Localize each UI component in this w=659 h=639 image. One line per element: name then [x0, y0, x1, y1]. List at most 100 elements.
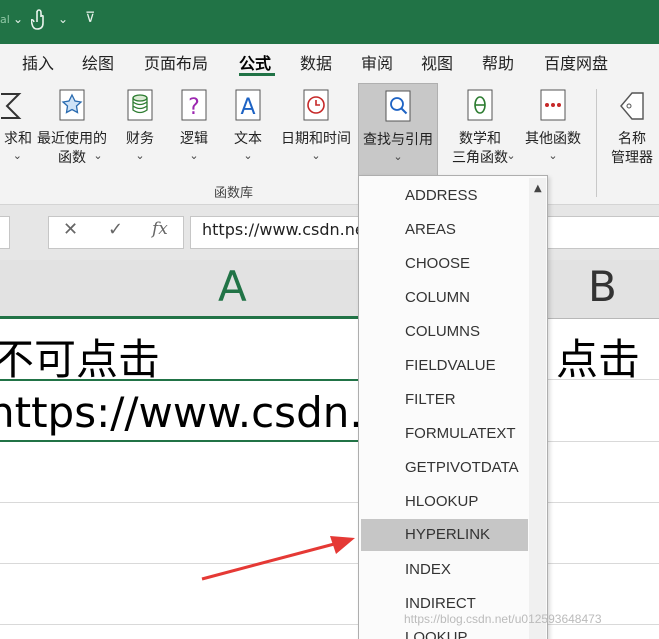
tab-review[interactable]: 审阅 [361, 50, 393, 74]
title-bar: al ⌄ ⌄ ⊽ [0, 0, 659, 44]
text-button[interactable]: A 文本 ⌄ [226, 83, 270, 175]
function-item-label: AREAS [405, 221, 456, 238]
more-functions-label: 其他函数 [525, 131, 581, 147]
more-functions-button[interactable]: 其他函数 ⌄ [518, 83, 588, 175]
function-item-label: INDEX [405, 561, 451, 578]
date-time-label: 日期和时间 [281, 131, 351, 147]
scroll-up-icon[interactable]: ▲ [534, 183, 542, 194]
date-time-button[interactable]: 日期和时间 ⌄ [276, 83, 356, 175]
function-item-label: COLUMN [405, 289, 471, 306]
svg-text:A: A [240, 95, 255, 120]
function-item-address[interactable]: ADDRESS [361, 180, 528, 212]
name-manager-label: 名称 管理器 [611, 131, 653, 166]
touch-mode-icon[interactable] [31, 8, 47, 32]
tab-page-layout[interactable]: 页面布局 [144, 50, 208, 74]
function-item-label: CHOOSE [405, 255, 471, 272]
function-library-ribbon: 求和 ⌄ 最近使用的 函数 ⌄ 财务 ⌄ ? 逻辑 ⌄ A 文本 ⌄ 日期和时间… [0, 81, 659, 205]
dropdown-scrollbar[interactable] [529, 178, 546, 639]
math-trig-button[interactable]: 数学和 三角函数 ⌄ [440, 83, 520, 175]
function-item-hyperlink[interactable]: HYPERLINK [361, 519, 528, 551]
logical-button[interactable]: ? 逻辑 ⌄ [172, 83, 216, 175]
active-tab-indicator [239, 73, 275, 76]
function-item-fieldvalue[interactable]: FIELDVALUE [361, 350, 528, 382]
theta-icon [467, 89, 493, 121]
function-item-index[interactable]: INDEX [361, 554, 528, 586]
logical-label: 逻辑 [180, 131, 208, 147]
watermark: https://blog.csdn.net/u012593648473 [404, 612, 602, 626]
function-item-label: COLUMNS [405, 323, 481, 340]
function-item-column[interactable]: COLUMN [361, 282, 528, 314]
selected-column-indicator [0, 316, 359, 319]
chevron-down-icon: ⌄ [393, 150, 403, 163]
column-header-a[interactable]: A [218, 262, 247, 311]
coins-icon [127, 89, 153, 121]
tab-draw[interactable]: 绘图 [82, 50, 114, 74]
name-box[interactable] [0, 216, 10, 249]
cell-a2[interactable]: https://www.csdn. [0, 388, 363, 437]
enter-icon[interactable]: ✓ [108, 219, 123, 240]
chevron-down-icon[interactable]: ⌄ [58, 12, 68, 26]
chevron-down-icon: ⌄ [506, 149, 516, 162]
ribbon-divider [596, 89, 597, 197]
function-item-label: GETPIVOTDATA [405, 459, 519, 476]
function-item-getpivotdata[interactable]: GETPIVOTDATA [361, 452, 528, 484]
function-item-columns[interactable]: COLUMNS [361, 316, 528, 348]
customize-qat-icon[interactable]: ⊽ [85, 10, 95, 26]
chevron-down-icon: ⌄ [243, 149, 253, 162]
text-a-icon: A [235, 89, 261, 121]
function-item-label: FIELDVALUE [405, 357, 496, 374]
function-item-label: HLOOKUP [405, 493, 479, 510]
function-item-label: HYPERLINK [405, 526, 491, 543]
row-line [0, 502, 659, 503]
function-item-areas[interactable]: AREAS [361, 214, 528, 246]
excel-window: al ⌄ ⌄ ⊽ 插入 绘图 页面布局 公式 数据 审阅 视图 帮助 百度网盘 … [0, 0, 659, 639]
lookup-reference-button[interactable]: 查找与引用 ⌄ [358, 83, 438, 177]
cell-b1[interactable]: 点击 [556, 326, 640, 387]
chevron-down-icon: ⌄ [12, 149, 22, 162]
autosum-button[interactable]: 求和 ⌄ [0, 83, 32, 175]
function-item-formulatext[interactable]: FORMULATEXT [361, 418, 528, 450]
function-item-choose[interactable]: CHOOSE [361, 248, 528, 280]
autosave-label[interactable]: al [0, 13, 10, 26]
insert-function-icon[interactable]: fx [152, 219, 168, 239]
function-item-filter[interactable]: FILTER [361, 384, 528, 416]
tab-baidu-netdisk[interactable]: 百度网盘 [544, 50, 608, 74]
tab-data[interactable]: 数据 [300, 50, 332, 74]
magnifier-icon [385, 90, 411, 122]
ribbon-tabs: 插入 绘图 页面布局 公式 数据 审阅 视图 帮助 百度网盘 [0, 44, 659, 81]
chevron-down-icon: ⌄ [311, 149, 321, 162]
tab-view[interactable]: 视图 [421, 50, 453, 74]
text-label: 文本 [234, 131, 262, 147]
recently-used-button[interactable]: 最近使用的 函数 ⌄ [34, 83, 110, 175]
chevron-down-icon: ⌄ [93, 149, 103, 162]
lookup-reference-label: 查找与引用 [363, 132, 433, 148]
tab-help[interactable]: 帮助 [482, 50, 514, 74]
lookup-reference-dropdown: ▲ ADDRESS AREAS CHOOSE COLUMN COLUMNS FI… [358, 175, 548, 639]
group-label-function-library: 函数库 [214, 186, 254, 201]
autosum-icon [1, 93, 22, 119]
function-item-label: LOOKUP [405, 629, 468, 639]
financial-button[interactable]: 财务 ⌄ [118, 83, 162, 175]
more-icon [540, 89, 566, 121]
star-icon [59, 89, 85, 121]
cell-border-accent [0, 440, 359, 442]
function-item-label: FILTER [405, 391, 456, 408]
chevron-down-icon: ⌄ [189, 149, 199, 162]
cell-border-accent [0, 379, 359, 381]
financial-label: 财务 [126, 131, 154, 147]
function-item-label: INDIRECT [405, 595, 476, 612]
name-manager-button[interactable]: 名称 管理器 [604, 83, 659, 175]
function-item-hlookup[interactable]: HLOOKUP [361, 486, 528, 518]
cell-a1[interactable]: 不可点击 [0, 326, 160, 387]
tab-insert[interactable]: 插入 [22, 50, 54, 74]
chevron-down-icon[interactable]: ⌄ [13, 12, 23, 26]
column-header-b[interactable]: B [588, 262, 617, 311]
autosum-label: 求和 [4, 131, 32, 147]
tag-icon [620, 92, 644, 120]
tab-formulas[interactable]: 公式 [239, 50, 271, 74]
function-item-label: FORMULATEXT [405, 425, 516, 442]
formula-value: https://www.csdn.ne [202, 220, 365, 239]
formula-bar: ✕ ✓ fx https://www.csdn.ne [0, 205, 659, 260]
clock-icon [303, 89, 329, 121]
cancel-icon[interactable]: ✕ [63, 219, 78, 240]
